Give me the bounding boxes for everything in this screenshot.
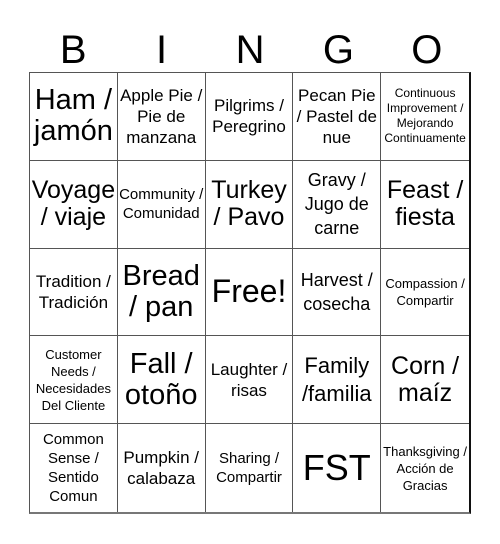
cell-text: Pilgrims / Peregrino [212, 96, 286, 137]
cell-text: Compassion / Compartir [385, 275, 465, 308]
header-letter-i: I [156, 28, 168, 72]
header-letter-n: N [235, 28, 265, 72]
cell-text: Pumpkin / calabaza [123, 448, 199, 489]
bingo-cell[interactable]: Community / Comunidad [117, 160, 206, 249]
bingo-cell[interactable]: Gravy / Jugo de carne [293, 160, 382, 249]
header-letter-b: B [59, 28, 87, 72]
cell-text: Common Sense / Sentido Comun [42, 431, 104, 506]
bingo-cell[interactable]: Fall / otoño [117, 336, 206, 425]
cell-text: Pecan Pie / Pastel de nue [296, 85, 377, 147]
bingo-cell[interactable]: Turkey / Pavo [205, 160, 294, 249]
cell-text: Voyage / viaje [31, 176, 116, 232]
bingo-cell[interactable]: Laughter / risas [205, 336, 294, 425]
bingo-cell[interactable]: Harvest / cosecha [293, 248, 382, 337]
free-space-cell[interactable]: Free! [205, 248, 294, 337]
cell-text: Apple Pie / Pie de manzana [120, 85, 203, 147]
cell-text: Turkey / Pavo [211, 176, 287, 232]
header-letter-o: O [411, 28, 443, 72]
bingo-cell[interactable]: Voyage / viaje [30, 160, 118, 249]
cell-text: Fall / otoño [124, 347, 198, 411]
cell-text: Sharing / Compartir [216, 450, 282, 487]
bingo-cell[interactable]: Common Sense / Sentido Comun [30, 424, 118, 512]
cell-text: FST [302, 447, 371, 489]
cell-text: Feast / fiesta [386, 176, 464, 232]
header-letter-g: G [322, 28, 354, 72]
cell-text: Free! [211, 273, 287, 310]
bingo-cell[interactable]: Thanksgiving / Acción de Gracias [381, 424, 469, 512]
cell-text: Tradition / Tradición [35, 271, 111, 312]
cell-text: Bread / pan [122, 259, 200, 323]
bingo-header: B I N G O [29, 28, 471, 72]
bingo-cell[interactable]: Tradition / Tradición [30, 248, 118, 337]
cell-text: Family /familia [301, 352, 372, 406]
cell-text: Customer Needs / Necesidades Del Cliente [35, 346, 111, 413]
bingo-cell[interactable]: FST [293, 424, 382, 512]
bingo-cell[interactable]: Family /familia [293, 336, 382, 425]
bingo-grid: Ham / jamón Apple Pie / Pie de manzana P… [29, 72, 471, 514]
bingo-cell[interactable]: Continuous Improvement / Mejorando Conti… [381, 73, 469, 161]
bingo-cell[interactable]: Pecan Pie / Pastel de nue [293, 73, 382, 161]
bingo-cell[interactable]: Ham / jamón [30, 73, 118, 161]
cell-text: Continuous Improvement / Mejorando Conti… [384, 86, 466, 146]
bingo-cell[interactable]: Feast / fiesta [381, 161, 469, 249]
cell-text: Harvest / cosecha [300, 269, 373, 314]
bingo-cell[interactable]: Pumpkin / calabaza [118, 424, 206, 512]
cell-text: Laughter / risas [210, 359, 288, 400]
bingo-cell[interactable]: Corn / maíz [381, 336, 469, 425]
bingo-cell[interactable]: Customer Needs / Necesidades Del Cliente [30, 336, 118, 425]
cell-text: Community / Comunidad [119, 186, 204, 223]
bingo-cell[interactable]: Apple Pie / Pie de manzana [117, 73, 206, 161]
cell-text: Gravy / Jugo de carne [304, 170, 369, 239]
bingo-cell[interactable]: Compassion / Compartir [381, 249, 469, 337]
cell-text: Ham / jamón [33, 84, 113, 148]
cell-text: Corn / maíz [391, 351, 460, 407]
bingo-cell[interactable]: Pilgrims / Peregrino [205, 73, 294, 161]
bingo-cell[interactable]: Bread / pan [117, 248, 206, 337]
bingo-cell[interactable]: Sharing / Compartir [206, 424, 294, 512]
cell-text: Thanksgiving / Acción de Gracias [383, 443, 467, 493]
